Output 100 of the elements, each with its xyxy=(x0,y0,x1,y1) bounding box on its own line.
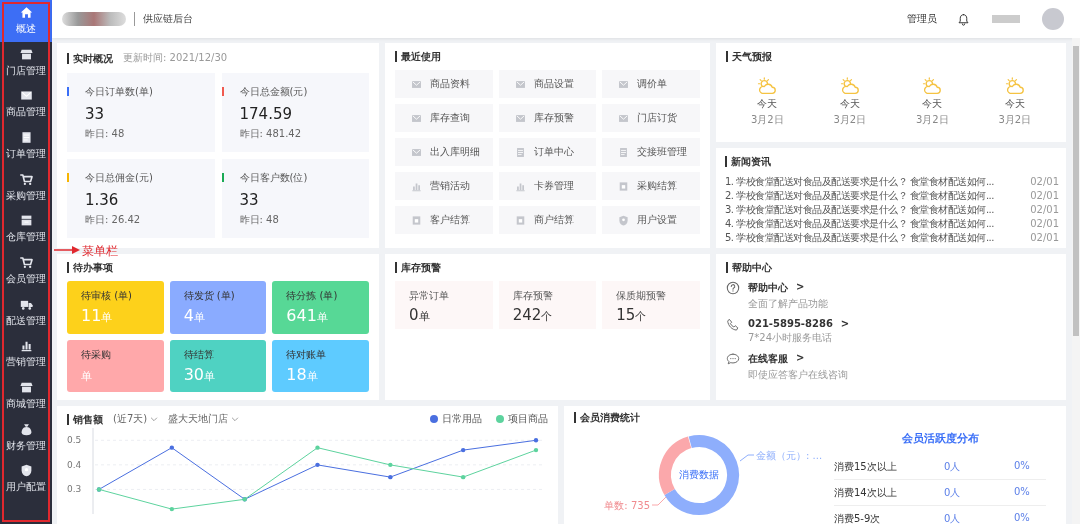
news-date: 02/01 xyxy=(1030,217,1059,230)
todo-label: 待对账单 xyxy=(286,347,328,362)
section-title: 实时概况 xyxy=(67,52,113,64)
shortcut-tile[interactable]: 用户设置 xyxy=(602,206,700,234)
donut-label: 金额（元）: ... xyxy=(756,450,823,461)
sun-cloud-icon xyxy=(757,77,778,95)
store-dropdown[interactable]: 盛大天地门店 xyxy=(168,412,240,426)
help-link[interactable]: 021-5895-8286 xyxy=(748,318,833,329)
cart-icon xyxy=(19,172,33,186)
tray-icon xyxy=(411,112,422,124)
shortcut-tile[interactable]: 门店订货 xyxy=(602,104,700,132)
todo-count: 641单 xyxy=(286,306,329,326)
bill-icon xyxy=(618,180,630,192)
legend-label: 日常用品 xyxy=(442,412,482,426)
data-point xyxy=(315,445,320,450)
data-point xyxy=(169,445,175,450)
sidebar-item[interactable]: 采购管理 xyxy=(0,166,52,209)
help-link[interactable]: 在线客服 xyxy=(748,352,788,366)
todo-card[interactable]: 待发货 (单) 4单 xyxy=(169,281,267,334)
donut-label: 单数: 735 xyxy=(604,500,650,511)
weather-day: 今天 xyxy=(757,97,778,111)
document-icon xyxy=(514,146,526,158)
data-point xyxy=(460,474,466,480)
cart-icon xyxy=(19,255,33,269)
donut-center-label: 消费数据 xyxy=(679,469,719,480)
todo-card[interactable]: 待对账单 18单 xyxy=(272,339,369,392)
shield-icon xyxy=(19,464,33,478)
sidebar-item[interactable]: 配送管理 xyxy=(0,291,52,334)
news-link[interactable]: 1. 学校食堂配送对食品及配送要求是什么？ 食堂食材配送如何... xyxy=(725,175,1027,188)
sun-cloud-icon xyxy=(922,77,943,95)
section-title: 新闻资讯 xyxy=(725,156,1059,167)
todo-card[interactable]: 待结算 30单 xyxy=(169,339,267,392)
sidebar-item[interactable]: 仓库管理 xyxy=(0,208,52,251)
shortcut-tile[interactable]: 商品资料 xyxy=(395,70,493,98)
bell-icon[interactable] xyxy=(957,12,970,26)
sidebar-item[interactable]: 财务管理 xyxy=(0,416,52,459)
sidebar-item[interactable]: 概述 xyxy=(0,0,52,42)
sidebar-item[interactable]: 营销管理 xyxy=(0,333,52,376)
weather-date: 3月2日 xyxy=(915,113,949,127)
alert-tile[interactable]: 库存预警 242个 xyxy=(498,281,597,329)
todo-card[interactable]: 待采购 单 xyxy=(67,339,164,392)
alert-label: 库存预警 xyxy=(512,289,554,303)
todo-count: 18单 xyxy=(286,364,319,384)
shortcut-tile[interactable]: 库存查询 xyxy=(395,104,493,132)
shortcut-tile[interactable]: 商品设置 xyxy=(498,70,597,98)
scrollbar[interactable] xyxy=(1072,38,1080,524)
shortcut-tile[interactable]: 出入库明细 xyxy=(395,138,493,166)
user-role: 管理员 xyxy=(907,12,937,26)
help-description: 全面了解产品功能 xyxy=(748,297,828,311)
news-link[interactable]: 5. 学校食堂配送对食品及配送要求是什么？ 食堂食材配送如何... xyxy=(725,231,1027,244)
sidebar-item[interactable]: 门店管理 xyxy=(0,41,52,84)
sidebar-item[interactable]: 订单管理 xyxy=(0,125,52,167)
annotation-arrow xyxy=(54,245,80,255)
shortcut-tile[interactable]: 客户结算 xyxy=(395,206,493,234)
help-link[interactable]: 帮助中心 xyxy=(748,281,788,295)
tray-icon xyxy=(618,112,630,124)
sidebar-item[interactable]: 会员管理 xyxy=(0,250,52,292)
avatar[interactable] xyxy=(1042,8,1064,30)
help-icon xyxy=(726,281,740,295)
todo-card[interactable]: 待分拣 (单) 641单 xyxy=(272,281,369,334)
update-time: 更新时间: 2021/12/30 xyxy=(123,51,228,65)
shortcut-tile[interactable]: 采购结算 xyxy=(602,172,700,200)
range-dropdown[interactable]: (近7天) xyxy=(113,412,159,426)
section-title: 待办事项 xyxy=(67,262,369,273)
alert-count: 0单 xyxy=(409,306,431,324)
alert-tile[interactable]: 异常订单 0单 xyxy=(395,281,493,329)
shortcut-tile[interactable]: 订单中心 xyxy=(498,138,597,166)
leader-line xyxy=(739,454,755,462)
weather-day: 今天 xyxy=(839,97,860,111)
sidebar-item[interactable]: 商城管理 xyxy=(0,375,52,417)
document-icon xyxy=(618,146,630,158)
news-link[interactable]: 3. 学校食堂配送对食品及配送要求是什么？ 食堂食材配送如何... xyxy=(725,203,1027,216)
shortcut-tile[interactable]: 卡券管理 xyxy=(498,172,597,200)
axis-tick-label: 0.5 xyxy=(67,435,82,446)
bill-icon xyxy=(514,214,526,226)
stat-label: 今日总金额(元) xyxy=(239,85,308,99)
sun-cloud-icon xyxy=(839,77,860,95)
help-description: 即使应答客户在线咨询 xyxy=(748,368,848,382)
shortcut-tile[interactable]: 调价单 xyxy=(602,70,700,98)
news-link[interactable]: 4. 学校食堂配送对食品及配送要求是什么？ 食堂食材配送如何... xyxy=(725,217,1027,230)
tray-icon xyxy=(514,112,526,124)
shortcut-tile[interactable]: 库存预警 xyxy=(498,104,597,132)
todo-card[interactable]: 待审核 (单) 11单 xyxy=(67,281,164,334)
alert-label: 异常订单 xyxy=(409,289,450,303)
table-title: 会员活跃度分布 xyxy=(900,431,980,446)
alert-tile[interactable]: 保质期预警 15个 xyxy=(602,281,700,329)
table-cell: 0% xyxy=(1014,512,1030,524)
sidebar-item[interactable]: 用户配置 xyxy=(0,458,52,501)
shortcut-tile[interactable]: 营销活动 xyxy=(395,172,493,200)
section-title: 会员消费统计 xyxy=(574,412,1056,423)
sidebar-item[interactable]: 商品管理 xyxy=(0,83,52,126)
shortcut-tile[interactable]: 交接班管理 xyxy=(602,138,700,166)
chevron: > xyxy=(796,281,805,294)
news-link[interactable]: 2. 学校食堂配送对食品及配送要求是什么？ 食堂食材配送如何... xyxy=(725,189,1027,202)
weather-date: 3月2日 xyxy=(833,113,867,127)
shortcut-tile[interactable]: 商户结算 xyxy=(498,206,597,234)
bar-chart-icon xyxy=(411,180,422,192)
weather-day: 今天 xyxy=(922,97,943,111)
news-date: 02/01 xyxy=(1030,175,1059,188)
section-title: 最近使用 xyxy=(395,51,700,62)
